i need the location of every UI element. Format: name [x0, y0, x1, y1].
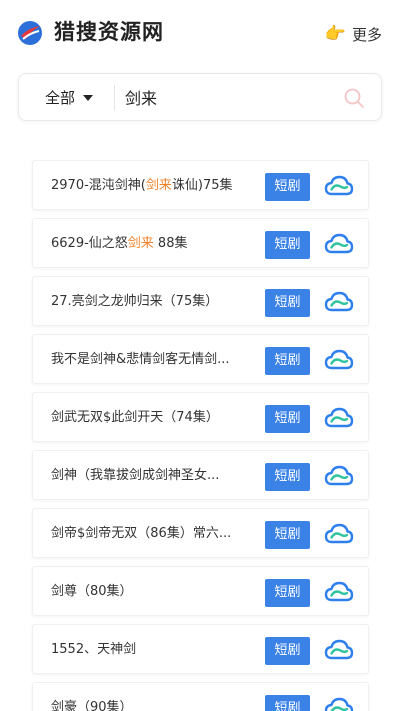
cloud-drive-icon[interactable] [324, 406, 354, 430]
result-title-highlight: 剑来 [127, 236, 154, 251]
category-tag-button[interactable]: 短剧 [265, 231, 310, 259]
result-item[interactable]: 6629-仙之怒剑来 88集 短剧 [32, 218, 369, 268]
result-title[interactable]: 剑武无双$此剑开天（74集） [51, 393, 256, 443]
result-title-text: 剑豪（90集） [51, 700, 133, 711]
cloud-drive-icon[interactable] [324, 348, 354, 372]
search-bar: 全部 [18, 73, 382, 121]
more-button[interactable]: 👉 更多 [325, 22, 382, 46]
result-title-text: 6629-仙之怒 [51, 236, 128, 251]
result-title-text: 剑帝$剑帝无双（86集）常六... [51, 526, 232, 541]
result-title-text: 我不是剑神&悲情剑客无情剑... [51, 352, 230, 367]
result-item[interactable]: 剑武无双$此剑开天（74集） 短剧 [32, 392, 369, 442]
search-divider [114, 85, 115, 111]
result-item[interactable]: 我不是剑神&悲情剑客无情剑... 短剧 [32, 334, 369, 384]
result-title[interactable]: 我不是剑神&悲情剑客无情剑... [51, 335, 256, 385]
cloud-drive-icon[interactable] [324, 522, 354, 546]
result-title-text: 27.亮剑之龙帅归来（75集） [51, 294, 219, 309]
result-title[interactable]: 剑尊（80集） [51, 567, 256, 617]
result-title-text: 诛仙)75集 [171, 178, 233, 193]
result-title[interactable]: 剑豪（90集） [51, 683, 256, 711]
category-tag-button[interactable]: 短剧 [265, 637, 310, 665]
category-tag-button[interactable]: 短剧 [265, 173, 310, 201]
result-title-text: 88集 [153, 236, 188, 251]
search-icon[interactable] [343, 87, 365, 109]
category-tag-button[interactable]: 短剧 [265, 521, 310, 549]
result-item[interactable]: 剑尊（80集） 短剧 [32, 566, 369, 616]
result-title[interactable]: 剑神（我靠拔剑成剑神圣女... [51, 451, 256, 501]
more-label: 更多 [351, 25, 382, 44]
category-tag-button[interactable]: 短剧 [265, 347, 310, 375]
cloud-drive-icon[interactable] [324, 696, 354, 711]
pointing-hand-icon: 👉 [324, 23, 346, 44]
result-list: 2970-混沌剑神(剑来诛仙)75集 短剧 6629-仙之怒剑来 88集 短剧 27.亮… [32, 160, 369, 711]
result-title-text: 1552、天神剑 [51, 642, 137, 657]
result-title[interactable]: 1552、天神剑 [51, 625, 256, 675]
result-title-text: 剑神（我靠拔剑成剑神圣女... [51, 468, 220, 483]
cloud-drive-icon[interactable] [324, 232, 354, 256]
result-title[interactable]: 27.亮剑之龙帅归来（75集） [51, 277, 256, 327]
cloud-drive-icon[interactable] [324, 638, 354, 662]
site-title[interactable]: 猎搜资源网 [54, 16, 164, 48]
result-item[interactable]: 27.亮剑之龙帅归来（75集） 短剧 [32, 276, 369, 326]
result-item[interactable]: 1552、天神剑 短剧 [32, 624, 369, 674]
cloud-drive-icon[interactable] [324, 464, 354, 488]
site-logo-icon[interactable] [16, 19, 44, 47]
search-scope-label: 全部 [45, 88, 76, 107]
result-item[interactable]: 剑神（我靠拔剑成剑神圣女... 短剧 [32, 450, 369, 500]
result-title[interactable]: 剑帝$剑帝无双（86集）常六... [51, 509, 256, 559]
category-tag-button[interactable]: 短剧 [265, 289, 310, 317]
result-title-text: 2970-混沌剑神( [51, 178, 146, 193]
search-scope-dropdown[interactable]: 全部 [45, 74, 94, 120]
result-item[interactable]: 2970-混沌剑神(剑来诛仙)75集 短剧 [32, 160, 369, 210]
cloud-drive-icon[interactable] [324, 174, 354, 198]
result-item[interactable]: 剑豪（90集） 短剧 [32, 682, 369, 711]
result-title-text: 剑武无双$此剑开天（74集） [51, 410, 219, 425]
result-title-highlight: 剑来 [145, 178, 172, 193]
category-tag-button[interactable]: 短剧 [265, 695, 310, 711]
category-tag-button[interactable]: 短剧 [265, 405, 310, 433]
cloud-drive-icon[interactable] [324, 580, 354, 604]
result-title-text: 剑尊（80集） [51, 584, 133, 599]
search-input[interactable] [125, 74, 335, 120]
cloud-drive-icon[interactable] [324, 290, 354, 314]
caret-down-icon [83, 95, 94, 101]
category-tag-button[interactable]: 短剧 [265, 463, 310, 491]
result-item[interactable]: 剑帝$剑帝无双（86集）常六... 短剧 [32, 508, 369, 558]
result-title[interactable]: 6629-仙之怒剑来 88集 [51, 219, 256, 269]
category-tag-button[interactable]: 短剧 [265, 579, 310, 607]
result-title[interactable]: 2970-混沌剑神(剑来诛仙)75集 [51, 161, 256, 211]
app-header: 猎搜资源网 👉 更多 [0, 0, 400, 66]
